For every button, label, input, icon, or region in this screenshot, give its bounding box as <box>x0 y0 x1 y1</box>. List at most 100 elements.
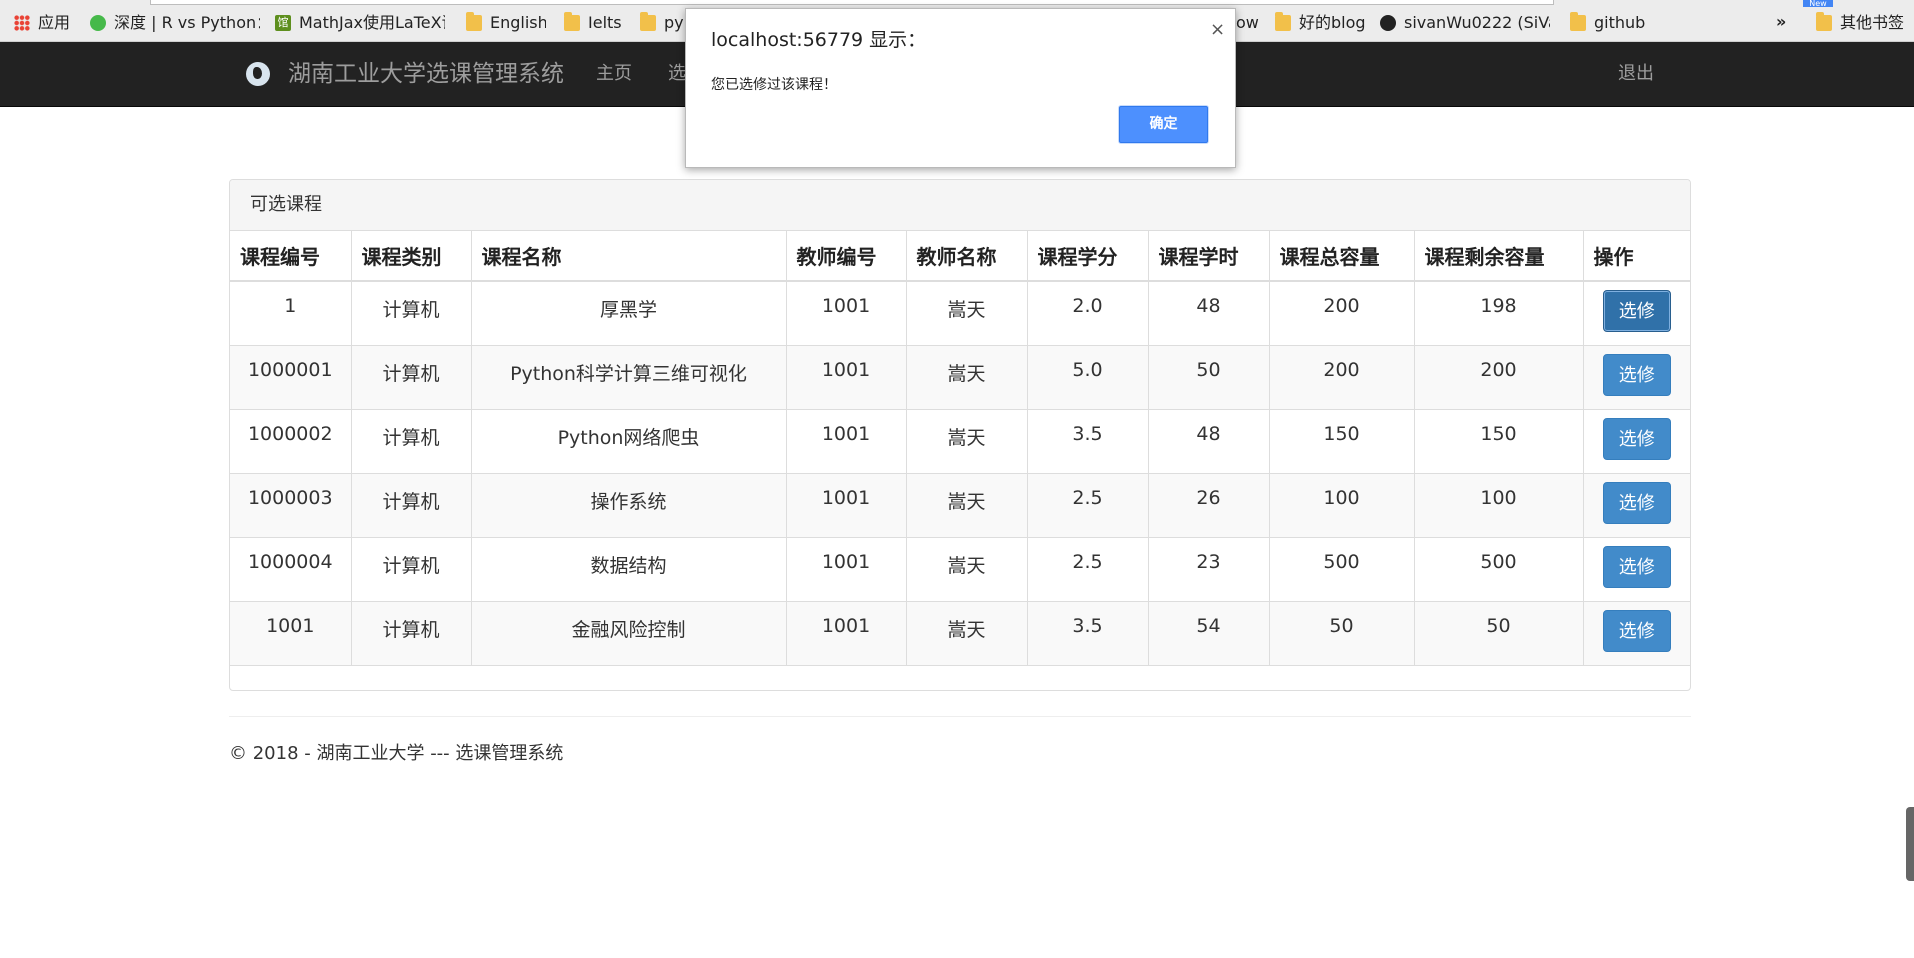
capacity-cell: 500 <box>1268 536 1415 602</box>
select-course-button[interactable]: 选修 <box>1602 353 1671 396</box>
teacher-name-cell: 嵩天 <box>905 472 1028 538</box>
credit-cell: 2.5 <box>1026 472 1149 538</box>
folder-icon <box>466 12 482 31</box>
capacity-cell: 200 <box>1268 280 1415 346</box>
select-course-button[interactable]: 选修 <box>1602 481 1671 524</box>
teacher-id-cell: 1001 <box>785 536 907 602</box>
course-id-cell: 1000002 <box>230 408 352 474</box>
address-bar-edge[interactable] <box>150 0 1554 5</box>
courses-table: 课程编号 课程类别 课程名称 教师编号 教师名称 课程学分 课程学时 课程总容量… <box>230 231 1690 666</box>
close-icon[interactable]: × <box>1210 21 1225 39</box>
course-id-cell: 1000003 <box>230 472 352 538</box>
course-id-cell: 1001 <box>230 600 352 666</box>
column-header: 课程学分 <box>1026 231 1149 282</box>
site-icon: 馆 <box>275 15 291 31</box>
action-cell: 选修 <box>1582 472 1690 538</box>
remaining-cell: 198 <box>1413 280 1584 346</box>
nav-logout-link[interactable]: 退出 <box>1618 62 1654 86</box>
folder-icon <box>1816 12 1832 31</box>
bookmark-english[interactable]: English <box>466 12 546 34</box>
folder-icon <box>1570 12 1586 31</box>
credit-cell: 2.5 <box>1026 536 1149 602</box>
bookmark-ow[interactable]: ow <box>1236 12 1276 34</box>
column-header: 教师编号 <box>785 231 907 282</box>
dialog-title: localhost:56779 显示： <box>711 29 927 51</box>
course-name-cell: 操作系统 <box>470 472 787 538</box>
select-course-button[interactable]: 选修 <box>1602 545 1671 588</box>
dialog-message: 您已选修过该课程！ <box>711 77 837 93</box>
hours-cell: 50 <box>1147 344 1270 410</box>
remaining-cell: 150 <box>1413 408 1584 474</box>
credit-cell: 2.0 <box>1026 280 1149 346</box>
bookmark-github-profile[interactable]: sivanWu0222 (SiVan <box>1380 12 1550 34</box>
table-row: 1000001 计算机 Python科学计算三维可视化 1001 嵩天 5.0 … <box>230 344 1690 410</box>
table-header-row: 课程编号 课程类别 课程名称 教师编号 教师名称 课程学分 课程学时 课程总容量… <box>230 231 1690 282</box>
select-course-button[interactable]: 选修 <box>1602 417 1671 460</box>
bookmarks-overflow-chevron-icon[interactable]: » <box>1776 12 1786 31</box>
course-id-cell: 1 <box>230 280 352 346</box>
column-header: 操作 <box>1582 231 1690 282</box>
course-id-cell: 1000001 <box>230 344 352 410</box>
course-name-cell: 金融风险控制 <box>470 600 787 666</box>
teacher-id-cell: 1001 <box>785 280 907 346</box>
action-cell: 选修 <box>1582 408 1690 474</box>
bookmark-py[interactable]: py <box>640 12 685 34</box>
column-header: 课程类别 <box>350 231 472 282</box>
bookmark-ielts[interactable]: Ielts <box>564 12 624 34</box>
folder-icon <box>640 12 656 31</box>
nav-home-link[interactable]: 主页 <box>596 62 632 86</box>
bookmark-mathjax[interactable]: 馆 MathJax使用LaTeX语 <box>275 12 445 34</box>
capacity-cell: 100 <box>1268 472 1415 538</box>
action-cell: 选修 <box>1582 600 1690 666</box>
course-category-cell: 计算机 <box>350 536 472 602</box>
teacher-id-cell: 1001 <box>785 344 907 410</box>
teacher-name-cell: 嵩天 <box>905 344 1028 410</box>
panel-heading: 可选课程 <box>230 180 1690 231</box>
remaining-cell: 100 <box>1413 472 1584 538</box>
action-cell: 选修 <box>1582 536 1690 602</box>
capacity-cell: 150 <box>1268 408 1415 474</box>
scrollbar-handle[interactable] <box>1906 807 1914 881</box>
course-name-cell: 厚黑学 <box>470 280 787 346</box>
bookmark-other[interactable]: 其他书签 <box>1816 12 1914 34</box>
teacher-name-cell: 嵩天 <box>905 600 1028 666</box>
bookmark-r-vs-python[interactable]: 深度 | R vs Python： <box>90 12 260 34</box>
column-header: 课程总容量 <box>1268 231 1415 282</box>
bookmark-apps[interactable]: 应用 <box>14 12 74 34</box>
column-header: 教师名称 <box>905 231 1028 282</box>
alert-dialog: localhost:56779 显示： × 您已选修过该课程！ 确定 <box>685 8 1236 168</box>
teacher-name-cell: 嵩天 <box>905 280 1028 346</box>
bookmark-github[interactable]: github <box>1570 12 1660 34</box>
table-row: 1000004 计算机 数据结构 1001 嵩天 2.5 23 500 500 … <box>230 536 1690 602</box>
teacher-name-cell: 嵩天 <box>905 408 1028 474</box>
credit-cell: 3.5 <box>1026 408 1149 474</box>
footer-divider <box>229 716 1691 717</box>
brand-title[interactable]: 湖南工业大学选课管理系统 <box>288 58 564 90</box>
folder-icon <box>564 12 580 31</box>
page-footer: © 2018 - 湖南工业大学 --- 选课管理系统 <box>229 743 564 764</box>
table-row: 1000002 计算机 Python网络爬虫 1001 嵩天 3.5 48 15… <box>230 408 1690 474</box>
bookmark-good-blog[interactable]: 好的blog <box>1275 12 1375 34</box>
hours-cell: 26 <box>1147 472 1270 538</box>
ok-button[interactable]: 确定 <box>1119 106 1208 143</box>
course-category-cell: 计算机 <box>350 408 472 474</box>
nav-select-link[interactable]: 选 <box>668 62 686 86</box>
course-name-cell: Python网络爬虫 <box>470 408 787 474</box>
teacher-id-cell: 1001 <box>785 472 907 538</box>
course-category-cell: 计算机 <box>350 280 472 346</box>
panel-title: 可选课程 <box>250 194 322 215</box>
column-header: 课程编号 <box>230 231 352 282</box>
course-name-cell: Python科学计算三维可视化 <box>470 344 787 410</box>
course-category-cell: 计算机 <box>350 472 472 538</box>
course-category-cell: 计算机 <box>350 600 472 666</box>
apps-icon <box>14 15 30 31</box>
credit-cell: 5.0 <box>1026 344 1149 410</box>
hours-cell: 48 <box>1147 408 1270 474</box>
select-course-button[interactable]: 选修 <box>1602 609 1671 652</box>
course-category-cell: 计算机 <box>350 344 472 410</box>
select-course-button[interactable]: 选修 <box>1602 290 1671 332</box>
credit-cell: 3.5 <box>1026 600 1149 666</box>
course-id-cell: 1000004 <box>230 536 352 602</box>
teacher-id-cell: 1001 <box>785 600 907 666</box>
globe-icon <box>246 62 270 86</box>
